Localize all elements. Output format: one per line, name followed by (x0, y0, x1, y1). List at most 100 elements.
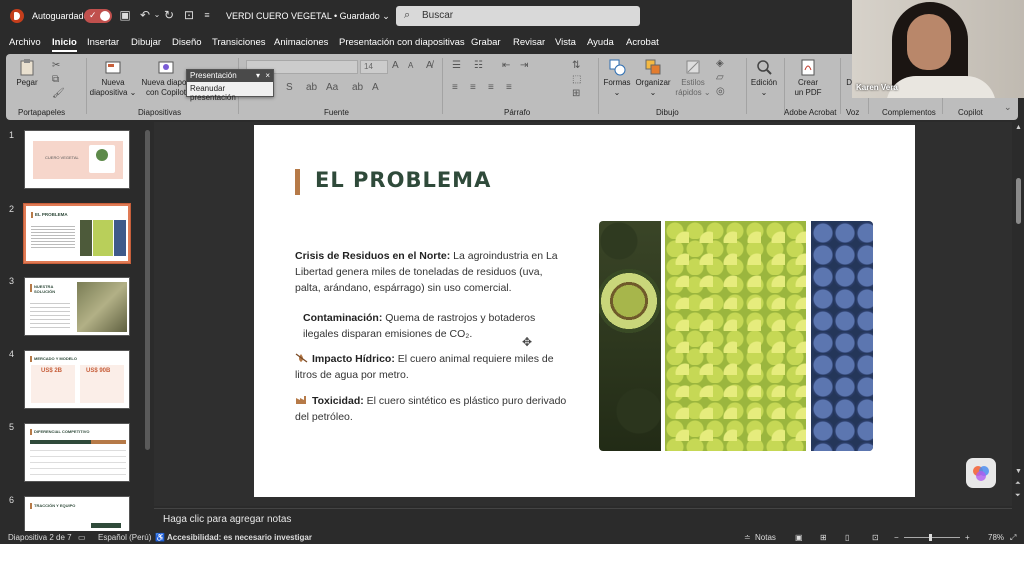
slide-thumbnail-1[interactable]: CUERO VEGETAL (24, 130, 130, 189)
tab-animaciones[interactable]: Animaciones (274, 37, 328, 48)
previous-slide-icon[interactable]: ⏶ (1015, 480, 1021, 488)
justify-icon[interactable]: ≡ (506, 82, 512, 93)
zoom-in-icon[interactable]: + (965, 533, 970, 542)
close-icon[interactable]: × (265, 70, 270, 82)
tab-diseno[interactable]: Diseño (172, 37, 202, 48)
normal-view-icon[interactable]: ▣ (795, 533, 803, 542)
create-pdf-button[interactable]: Crear un PDF (790, 58, 826, 98)
shape-outline-icon[interactable]: ▱ (716, 72, 724, 83)
fit-to-window-icon[interactable]: ⤢ (1010, 533, 1016, 543)
tab-dibujar[interactable]: Dibujar (131, 37, 161, 48)
tab-revisar[interactable]: Revisar (513, 37, 545, 48)
bullet-impacto-hidrico[interactable]: Impacto Hídrico: El cuero animal requier… (295, 351, 570, 383)
notes-pane[interactable]: Haga clic para agregar notas (154, 508, 1012, 530)
text-direction-icon[interactable]: ⇅ (572, 60, 580, 71)
clear-format-icon[interactable]: A̸ (426, 60, 433, 71)
align-left-icon[interactable]: ≡ (452, 82, 458, 93)
decrease-font-icon[interactable]: A (408, 61, 413, 70)
zoom-slider[interactable] (904, 537, 960, 538)
document-title[interactable]: VERDI CUERO VEGETAL • Guardado ⌄ (226, 11, 390, 22)
tab-transiciones[interactable]: Transiciones (212, 37, 266, 48)
slide[interactable]: EL PROBLEMA Crisis de Residuos en el Nor… (254, 125, 915, 497)
divider (784, 58, 785, 114)
save-icon[interactable]: ▣ (118, 8, 132, 22)
quick-styles-icon (686, 60, 700, 74)
resume-presentation-item[interactable]: Reanudar presentación (187, 82, 273, 104)
scroll-down-icon[interactable]: ▼ (1015, 468, 1022, 475)
slide-canvas: EL PROBLEMA Crisis de Residuos en el Nor… (154, 122, 1022, 506)
align-right-icon[interactable]: ≡ (488, 82, 494, 93)
bullet-residuos[interactable]: Crisis de Residuos en el Norte: La agroi… (295, 248, 570, 296)
tab-archivo[interactable]: Archivo (9, 37, 41, 48)
autosave-toggle[interactable]: ✓ (84, 9, 112, 23)
notes-toggle[interactable]: Notas (755, 533, 776, 542)
tab-vista[interactable]: Vista (555, 37, 576, 48)
slide-thumbnail-6[interactable]: TRACCIÓN Y EQUIPO (24, 496, 130, 532)
numbering-icon[interactable]: ☷ (474, 60, 483, 71)
tab-inicio[interactable]: Inicio (52, 37, 77, 52)
notes-icon[interactable]: ≐ (744, 533, 751, 542)
quick-styles-button[interactable]: Estilos rápidos ⌄ (674, 58, 712, 98)
slide-sorter-icon[interactable]: ⊞ (820, 533, 827, 542)
canvas-scrollbar[interactable]: ▲ ▼ ⏶ ⏷ (1014, 122, 1024, 506)
tab-ayuda[interactable]: Ayuda (587, 37, 614, 48)
tab-grabar[interactable]: Grabar (471, 37, 501, 48)
tab-presentacion[interactable]: Presentación con diapositivas (339, 37, 465, 48)
zoom-slider-thumb[interactable] (929, 534, 932, 541)
cut-icon[interactable]: ✂ (52, 60, 60, 71)
highlight-icon[interactable]: ab (352, 82, 363, 93)
zoom-level[interactable]: 78% (988, 533, 1004, 542)
scroll-up-icon[interactable]: ▲ (1015, 124, 1022, 131)
copilot-button[interactable] (966, 458, 996, 488)
scroll-thumb[interactable] (1016, 178, 1021, 224)
accessibility-status[interactable]: Accesibilidad: es necesario investigar (167, 533, 312, 542)
slide-thumbnail-4[interactable]: MERCADO Y MODELO US$ 2B US$ 90B (24, 350, 130, 409)
tab-insertar[interactable]: Insertar (87, 37, 119, 48)
slide-thumbnail-3[interactable]: NUESTRA SOLUCIÓN (24, 277, 130, 336)
strikethrough-icon[interactable]: S (286, 82, 293, 93)
popup-dropdown-icon[interactable]: ▾ (256, 70, 260, 82)
font-size-select[interactable]: 14 (360, 60, 388, 74)
case-icon[interactable]: Aa (326, 82, 338, 93)
redo-icon[interactable]: ↻ (162, 8, 176, 22)
align-center-icon[interactable]: ≡ (470, 82, 476, 93)
paste-button[interactable]: Pegar (12, 58, 42, 88)
shapes-button[interactable]: Formas ⌄ (602, 58, 632, 98)
ribbon-collapse-icon[interactable]: ⌄ (1004, 102, 1012, 113)
shape-effects-icon[interactable]: ◎ (716, 86, 725, 97)
editing-label-2: ⌄ (760, 88, 768, 97)
arrange-button[interactable]: Organizar ⌄ (634, 58, 672, 98)
tab-acrobat[interactable]: Acrobat (626, 37, 659, 48)
reading-view-icon[interactable]: ▯ (845, 533, 849, 542)
spellcheck-icon[interactable]: ▭ (78, 533, 86, 542)
increase-font-icon[interactable]: A (392, 60, 399, 71)
accessibility-icon[interactable]: ♿ (155, 533, 165, 542)
font-color-icon[interactable]: A (372, 82, 379, 93)
copy-icon[interactable]: ⧉ (52, 74, 59, 85)
smartart-icon[interactable]: ⊞ (572, 88, 580, 99)
decrease-indent-icon[interactable]: ⇤ (502, 60, 510, 71)
spacing-icon[interactable]: ab (306, 82, 317, 93)
bullet-toxicidad[interactable]: Toxicidad: El cuero sintético es plástic… (295, 393, 570, 425)
scroll-thumb[interactable] (145, 130, 150, 450)
slideshow-icon[interactable]: ⊡ (872, 533, 879, 542)
present-icon[interactable]: ⊡ (182, 8, 196, 22)
increase-indent-icon[interactable]: ⇥ (520, 60, 528, 71)
slide-thumbnail-2[interactable]: EL PROBLEMA (23, 203, 131, 264)
customize-toolbar-icon[interactable]: ≡ (200, 8, 214, 22)
language-status[interactable]: Español (Perú) (98, 533, 151, 542)
bullets-icon[interactable]: ☰ (452, 60, 461, 71)
search-input[interactable]: ⌕ Buscar (396, 6, 640, 26)
thumbnail-scrollbar[interactable] (145, 122, 151, 532)
align-text-icon[interactable]: ⬚ (572, 74, 581, 85)
new-slide-button[interactable]: Nueva diapositiva ⌄ (88, 58, 138, 98)
slide-title[interactable]: EL PROBLEMA (315, 168, 491, 192)
zoom-out-icon[interactable]: − (894, 533, 899, 542)
fruits-image[interactable] (599, 221, 873, 451)
format-painter-icon[interactable]: 🖌 (52, 88, 65, 99)
group-label-acrobat: Adobe Acrobat (784, 108, 837, 117)
shape-fill-icon[interactable]: ◈ (716, 58, 724, 69)
next-slide-icon[interactable]: ⏷ (1015, 492, 1021, 500)
slide-thumbnail-5[interactable]: DIFERENCIAL COMPETITIVO (24, 423, 130, 482)
editing-button[interactable]: Edición ⌄ (748, 58, 780, 98)
